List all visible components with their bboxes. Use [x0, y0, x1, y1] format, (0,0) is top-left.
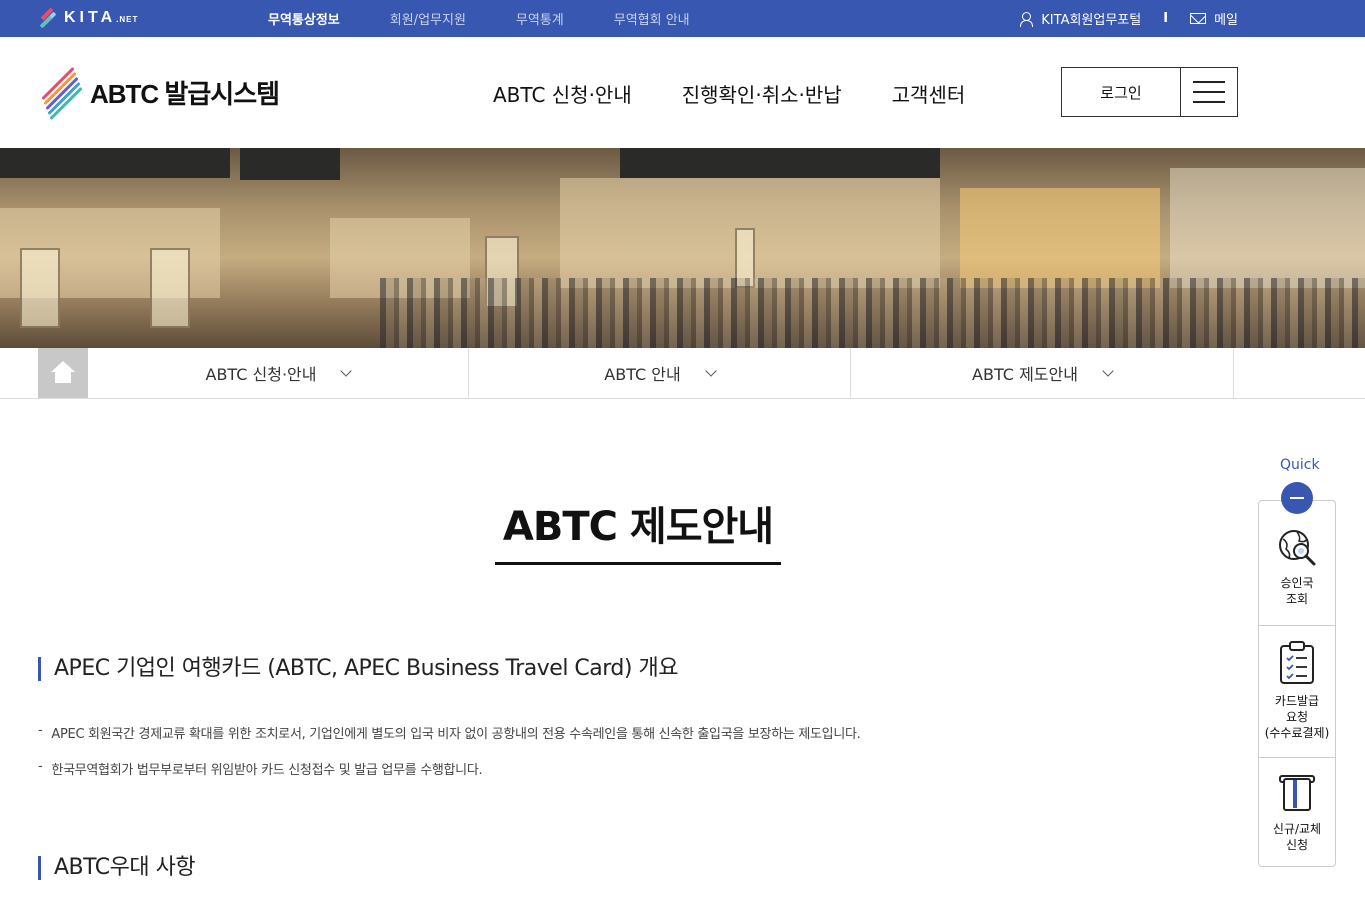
quick-approved-countries[interactable]: 승인국 조회: [1259, 527, 1335, 607]
minus-icon: [1290, 497, 1304, 499]
bullet-text: APEC 회원국간 경제교류 확대를 위한 조치로서, 기업인에게 별도의 입국…: [51, 727, 861, 742]
sub-navigation: ABTC 신청·안내 ABTC 안내 ABTC 제도안내: [0, 348, 1365, 399]
top-nav-association-info[interactable]: 무역협회 안내: [614, 9, 690, 28]
quick-item-label-line: (수수료결제): [1264, 726, 1330, 740]
hamburger-menu-icon[interactable]: [1181, 68, 1237, 116]
quick-menu-collapse-button[interactable]: [1281, 482, 1313, 514]
abtc-logo-mark-icon: [38, 66, 83, 121]
quick-item-label-line: 신청: [1285, 838, 1309, 852]
top-utility-links: KITA회원업무포털 I 메일: [1019, 0, 1238, 37]
quick-menu-label: Quick: [1280, 457, 1320, 473]
gnb-apply-guide[interactable]: ABTC 신청·안내: [493, 79, 632, 108]
bullet-text: 한국무역협회가 법무부로부터 위임받아 카드 신청접수 및 발급 업무를 수행합…: [51, 763, 483, 778]
global-nav: ABTC 신청·안내 진행확인·취소·반납 고객센터: [493, 79, 965, 108]
quick-menu-panel: 승인국 조회 카드발급 요청 (수수료결제) 신규/교체 신청: [1258, 500, 1336, 867]
chevron-down-icon: [1102, 364, 1114, 377]
subnav-depth1-dropdown[interactable]: ABTC 신청·안내: [88, 348, 469, 398]
hero-banner-image: [0, 148, 1365, 348]
user-icon: [1019, 11, 1034, 27]
brand-name: ABTC 발급시스템: [90, 78, 280, 109]
clipboard-checklist-icon: [1280, 641, 1314, 684]
quick-item-label-line: 조회: [1285, 592, 1309, 606]
bullet-marker: -: [38, 759, 43, 774]
mail-icon: [1190, 13, 1207, 24]
utility-separator: I: [1163, 11, 1169, 26]
subnav-depth3-dropdown[interactable]: ABTC 제도안내: [851, 348, 1234, 398]
quick-item-label-line: 카드발급: [1274, 694, 1320, 708]
top-nav-trade-info[interactable]: 무역통상정보: [268, 9, 340, 28]
quick-new-replace-apply[interactable]: 신규/교체 신청: [1259, 773, 1335, 853]
section-title-overview: APEC 기업인 여행카드 (ABTC, APEC Business Trave…: [38, 657, 678, 681]
card-icon: [1279, 775, 1315, 811]
page-title: ABTC 제도안내: [494, 494, 782, 565]
top-nav: 무역통상정보 회원/업무지원 무역통계 무역협회 안내: [268, 0, 740, 37]
subnav-depth3-label: ABTC 제도안내: [972, 365, 1078, 384]
kita-logo-text: KITA.NET: [64, 9, 139, 26]
kita-logo-mark-icon: [38, 7, 58, 29]
mail-link[interactable]: 메일: [1214, 9, 1238, 28]
list-item: - APEC 회원국간 경제교류 확대를 위한 조치로서, 기업인에게 별도의 …: [38, 723, 861, 742]
top-nav-trade-stats[interactable]: 무역통계: [516, 9, 564, 28]
home-icon: [50, 361, 76, 384]
gnb-customer-center[interactable]: 고객센터: [892, 79, 966, 108]
member-portal-link[interactable]: KITA회원업무포털: [1041, 9, 1141, 28]
top-utility-bar: KITA.NET 무역통상정보 회원/업무지원 무역통계 무역협회 안내 KIT…: [0, 0, 1365, 37]
quick-card-issue-request[interactable]: 카드발급 요청 (수수료결제): [1259, 641, 1335, 741]
site-header: ABTC 발급시스템 ABTC 신청·안내 진행확인·취소·반납 고객센터 로그…: [0, 37, 1365, 148]
top-nav-member-support[interactable]: 회원/업무지원: [390, 9, 466, 28]
login-button[interactable]: 로그인: [1062, 68, 1181, 116]
kita-logo[interactable]: KITA.NET: [38, 5, 138, 31]
subnav-depth2-label: ABTC 안내: [604, 365, 681, 384]
quick-item-label-line: 요청: [1285, 710, 1309, 724]
subnav-depth2-dropdown[interactable]: ABTC 안내: [469, 348, 851, 398]
globe-search-icon: [1279, 530, 1316, 566]
subnav-depth1-label: ABTC 신청·안내: [205, 365, 317, 384]
quick-item-label-line: 신규/교체: [1272, 822, 1322, 836]
header-actions: 로그인: [1061, 67, 1238, 117]
list-item: - 한국무역협회가 법무부로부터 위임받아 카드 신청접수 및 발급 업무를 수…: [38, 759, 483, 778]
home-button[interactable]: [38, 348, 88, 398]
gnb-progress-cancel-return[interactable]: 진행확인·취소·반납: [682, 79, 842, 108]
chevron-down-icon: [340, 364, 353, 377]
bullet-marker: -: [38, 723, 43, 738]
chevron-down-icon: [705, 364, 717, 377]
page-title-wrap: ABTC 제도안내: [0, 494, 1276, 565]
brand-logo[interactable]: ABTC 발급시스템: [38, 66, 280, 121]
quick-item-label-line: 승인국: [1280, 576, 1314, 590]
section-title-benefits: ABTC우대 사항: [38, 856, 196, 880]
